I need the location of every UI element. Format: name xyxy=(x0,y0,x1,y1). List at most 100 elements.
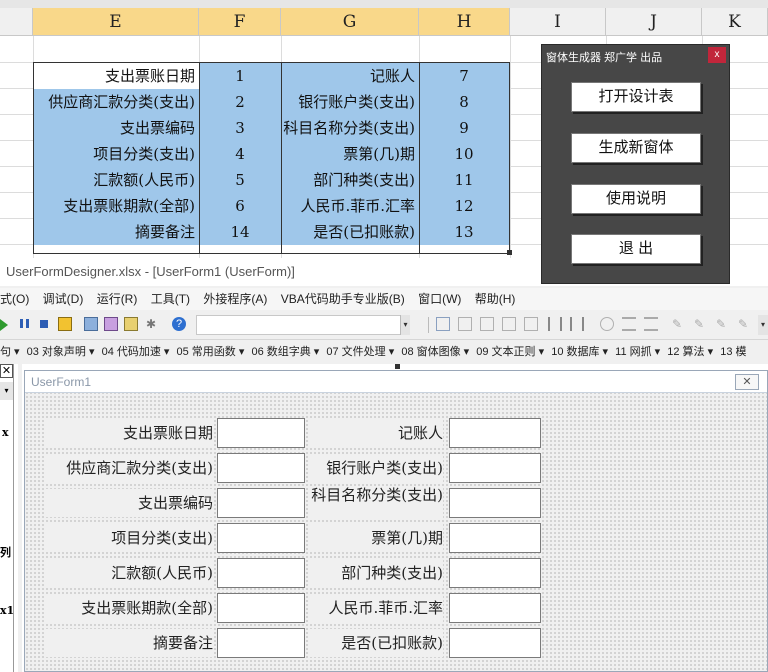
resize-handle[interactable] xyxy=(395,364,400,369)
textbox-right-2[interactable] xyxy=(449,453,541,483)
cell-f7[interactable]: 14 xyxy=(199,219,281,245)
pause-icon[interactable] xyxy=(18,317,32,331)
label-right-7[interactable]: 是否(已扣账款) xyxy=(309,629,443,657)
userform1[interactable]: UserForm1 ✕ 支出票账日期 供应商汇款分类(支出) 支出票编码 项目分… xyxy=(24,370,768,672)
usage-instructions-button[interactable]: 使用说明 xyxy=(571,184,701,214)
column-header-j[interactable]: J xyxy=(606,8,702,36)
nav-object-declare[interactable]: 03 对象声明 ▾ xyxy=(27,346,95,358)
cell-h7[interactable]: 13 xyxy=(419,219,509,245)
nav-database[interactable]: 10 数据库 ▾ xyxy=(551,346,608,358)
menu-run[interactable]: 运行(R) xyxy=(97,292,138,306)
clear-bookmarks-icon[interactable]: ✎ xyxy=(738,317,752,331)
cell-f1[interactable]: 1 xyxy=(199,63,281,89)
cell-e1[interactable]: 支出票账日期 xyxy=(34,63,199,89)
indent-icon[interactable] xyxy=(436,317,450,331)
properties-icon[interactable] xyxy=(104,317,118,331)
menu-window[interactable]: 窗口(W) xyxy=(418,292,461,306)
textbox-left-7[interactable] xyxy=(217,628,305,658)
chevron-down-icon[interactable]: ▾ xyxy=(400,315,410,335)
textbox-left-5[interactable] xyxy=(217,558,305,588)
nav-algorithm[interactable]: 12 算法 ▾ xyxy=(667,346,713,358)
cell-g7[interactable]: 是否(已扣账款) xyxy=(281,219,419,245)
textbox-left-2[interactable] xyxy=(217,453,305,483)
label-right-1[interactable]: 记账人 xyxy=(309,419,443,447)
menu-tools[interactable]: 工具(T) xyxy=(151,292,190,306)
toggle-breakpoint-icon[interactable] xyxy=(480,317,494,331)
menu-help[interactable]: 帮助(H) xyxy=(475,292,516,306)
label-left-1[interactable]: 支出票账日期 xyxy=(45,419,213,447)
cell-e3[interactable]: 支出票编码 xyxy=(34,115,199,141)
label-right-6[interactable]: 人民币.菲币.汇率 xyxy=(309,594,443,622)
label-left-7[interactable]: 摘要备注 xyxy=(45,629,213,657)
column-header-i[interactable]: I xyxy=(510,8,606,36)
nav-text-regex[interactable]: 09 文本正则 ▾ xyxy=(476,346,544,358)
textbox-right-7[interactable] xyxy=(449,628,541,658)
cell-e2[interactable]: 供应商汇款分类(支出) xyxy=(34,89,199,115)
textbox-right-5[interactable] xyxy=(449,558,541,588)
label-right-5[interactable]: 部门种类(支出) xyxy=(309,559,443,587)
column-header-f[interactable]: F xyxy=(199,8,281,36)
label-right-3[interactable]: 科目名称分类(支出) xyxy=(309,488,443,518)
outdent-icon[interactable] xyxy=(458,317,472,331)
cell-h2[interactable]: 8 xyxy=(419,89,509,115)
cell-f6[interactable]: 6 xyxy=(199,193,281,219)
comment-block-icon[interactable] xyxy=(502,317,516,331)
toolbar-overflow-icon[interactable]: ▾ xyxy=(758,315,768,335)
label-left-4[interactable]: 项目分类(支出) xyxy=(45,524,213,552)
fill-handle[interactable] xyxy=(507,250,512,255)
nav-statement[interactable]: 句 ▾ xyxy=(0,346,20,358)
cell-f3[interactable]: 3 xyxy=(199,115,281,141)
toolbox-icon[interactable]: ✱ xyxy=(144,317,158,331)
textbox-right-4[interactable] xyxy=(449,523,541,553)
nav-file-handling[interactable]: 07 文件处理 ▾ xyxy=(326,346,394,358)
prev-bookmark-icon[interactable] xyxy=(644,317,658,331)
menu-format[interactable]: 式(O) xyxy=(0,292,29,306)
nav-array-dict[interactable]: 06 数组字典 ▾ xyxy=(251,346,319,358)
cell-g3[interactable]: 科目名称分类(支出) xyxy=(281,115,419,141)
textbox-left-3[interactable] xyxy=(217,488,305,518)
form-close-icon[interactable]: ✕ xyxy=(735,374,759,390)
label-right-2[interactable]: 银行账户类(支出) xyxy=(309,454,443,482)
align-icon[interactable] xyxy=(548,317,562,331)
nav-web-scrape[interactable]: 11 网抓 ▾ xyxy=(615,346,660,358)
toggle-bookmark-icon[interactable] xyxy=(600,317,614,331)
left-pane-close-icon[interactable]: ✕ xyxy=(0,364,13,378)
textbox-right-3[interactable] xyxy=(449,488,541,518)
column-header-e[interactable]: E xyxy=(33,8,199,36)
next-bookmark-icon[interactable] xyxy=(622,317,636,331)
menu-addins[interactable]: 外接程序(A) xyxy=(203,292,267,306)
menu-debug[interactable]: 调试(D) xyxy=(43,292,84,306)
cell-h6[interactable]: 12 xyxy=(419,193,509,219)
textbox-left-1[interactable] xyxy=(217,418,305,448)
bookmark-next-icon[interactable]: ✎ xyxy=(694,317,708,331)
label-left-3[interactable]: 支出票编码 xyxy=(45,489,213,517)
label-left-6[interactable]: 支出票账期款(全部) xyxy=(45,594,213,622)
cell-e5[interactable]: 汇款额(人民币) xyxy=(34,167,199,193)
run-icon[interactable] xyxy=(0,319,8,331)
align-right-icon[interactable] xyxy=(570,317,584,331)
panel-close-button[interactable]: x xyxy=(708,47,726,63)
column-header-g[interactable]: G xyxy=(281,8,419,36)
label-left-5[interactable]: 汇款额(人民币) xyxy=(45,559,213,587)
design-mode-icon[interactable] xyxy=(58,317,72,331)
cell-e4[interactable]: 项目分类(支出) xyxy=(34,141,199,167)
cell-f4[interactable]: 4 xyxy=(199,141,281,167)
label-left-2[interactable]: 供应商汇款分类(支出) xyxy=(45,454,213,482)
column-header-h[interactable]: H xyxy=(419,8,510,36)
cell-h3[interactable]: 9 xyxy=(419,115,509,141)
cell-g6[interactable]: 人民币.菲币.汇率 xyxy=(281,193,419,219)
open-design-table-button[interactable]: 打开设计表 xyxy=(571,82,701,112)
nav-module[interactable]: 13 模 xyxy=(720,346,746,358)
nav-form-image[interactable]: 08 窗体图像 ▾ xyxy=(401,346,469,358)
bookmark-icon[interactable]: ✎ xyxy=(672,317,686,331)
reset-icon[interactable] xyxy=(38,317,52,331)
label-right-4[interactable]: 票第(几)期 xyxy=(309,524,443,552)
cell-g2[interactable]: 银行账户类(支出) xyxy=(281,89,419,115)
corner-cell[interactable] xyxy=(0,8,33,36)
help-icon[interactable]: ? xyxy=(172,317,186,331)
cell-g4[interactable]: 票第(几)期 xyxy=(281,141,419,167)
left-pane-dropdown-icon[interactable]: ▾ xyxy=(0,382,13,400)
cell-e6[interactable]: 支出票账期款(全部) xyxy=(34,193,199,219)
column-header-k[interactable]: K xyxy=(702,8,768,36)
cell-h1[interactable]: 7 xyxy=(419,63,509,89)
